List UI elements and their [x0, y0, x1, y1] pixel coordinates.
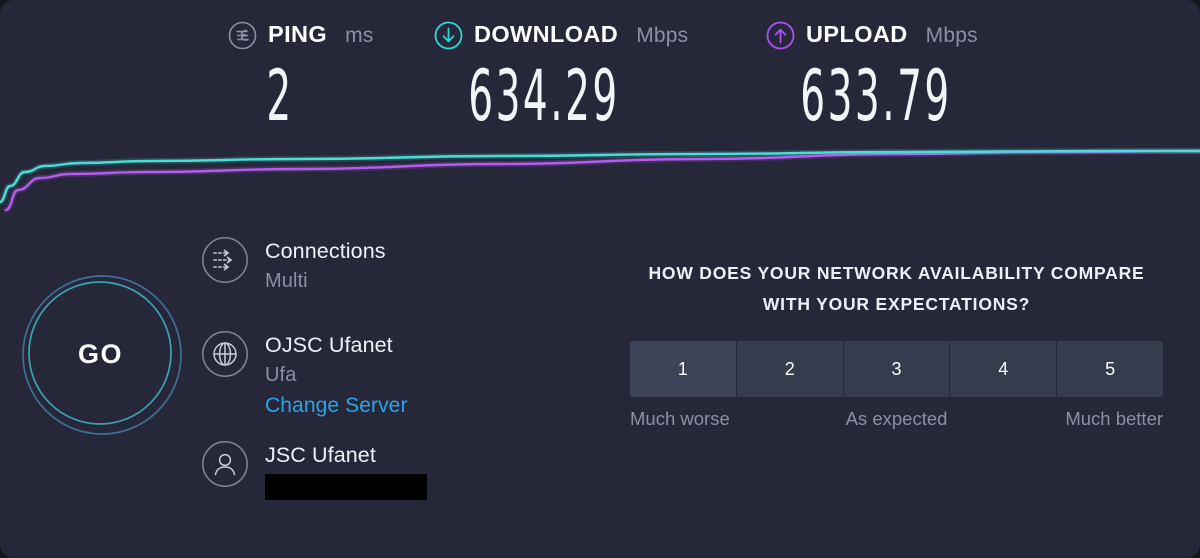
metric-download-name: DOWNLOAD — [474, 21, 619, 48]
metric-download-value: 634.29 — [468, 55, 620, 137]
survey-label-much-worse: Much worse — [630, 408, 730, 429]
go-button-label: GO — [77, 339, 123, 369]
globe-icon — [201, 330, 249, 378]
metric-download-header: DOWNLOAD Mbps — [434, 18, 729, 52]
download-arrow-icon — [434, 21, 463, 50]
metric-download: DOWNLOAD Mbps 634.29 — [434, 18, 729, 131]
metric-upload-header: UPLOAD Mbps — [766, 18, 1061, 52]
survey-question: HOW DOES YOUR NETWORK AVAILABILITY COMPA… — [648, 263, 1145, 314]
metric-ping-unit: ms — [345, 23, 374, 47]
info-row-connections[interactable]: Connections Multi — [201, 236, 501, 296]
info-server-body: OJSC Ufanet Ufa Change Server — [265, 330, 501, 422]
metric-ping-value: 2 — [266, 55, 294, 137]
survey-rating-5[interactable]: 5 — [1057, 341, 1163, 397]
metric-download-unit: Mbps — [636, 23, 689, 47]
metric-ping-header: PING ms — [228, 18, 373, 52]
metric-ping-name: PING — [268, 21, 328, 48]
upload-arrow-icon — [766, 21, 795, 50]
person-icon — [201, 440, 249, 488]
survey-rating-1[interactable]: 1 — [630, 341, 737, 397]
ping-icon — [228, 21, 257, 50]
metric-upload-value: 633.79 — [800, 55, 952, 137]
survey-label-much-better: Much better — [1065, 408, 1164, 429]
metric-ping: PING ms 2 — [228, 18, 373, 131]
info-server-city: Ufa — [265, 364, 297, 386]
throughput-graph — [0, 140, 1200, 220]
survey-rating-3[interactable]: 3 — [843, 341, 951, 397]
info-connections-title: Connections — [265, 239, 386, 263]
info-user-body: JSC Ufanet — [265, 440, 501, 500]
info-server-name: OJSC Ufanet — [265, 333, 393, 357]
survey-rating-2[interactable]: 2 — [736, 341, 844, 397]
survey-rating-4[interactable]: 4 — [950, 341, 1058, 397]
throughput-graph-svg — [0, 148, 1200, 213]
network-availability-survey: HOW DOES YOUR NETWORK AVAILABILITY COMPA… — [630, 258, 1163, 430]
metric-upload: UPLOAD Mbps 633.79 — [766, 18, 1061, 131]
info-user-isp: JSC Ufanet — [265, 443, 376, 467]
survey-label-as-expected: As expected — [845, 408, 948, 429]
metric-upload-unit: Mbps — [925, 23, 978, 47]
info-connections-body: Connections Multi — [265, 236, 501, 296]
info-row-user[interactable]: JSC Ufanet — [201, 440, 501, 500]
connection-info: Connections Multi OJSC Ufanet Ufa Change… — [201, 236, 501, 500]
metrics-row: PING ms 2 DOWNLOAD Mbps 634.29 UPLOAD Mb… — [0, 18, 1200, 148]
redacted-ip-address — [265, 474, 427, 500]
survey-scale-labels: Much worse As expected Much better — [630, 408, 1163, 430]
speedtest-result-panel: PING ms 2 DOWNLOAD Mbps 634.29 UPLOAD Mb… — [0, 0, 1200, 558]
metric-upload-name: UPLOAD — [806, 21, 908, 48]
connections-arrows-icon — [201, 236, 249, 284]
info-row-server[interactable]: OJSC Ufanet Ufa Change Server — [201, 330, 501, 422]
go-button[interactable]: GO — [18, 272, 183, 437]
change-server-link[interactable]: Change Server — [265, 390, 501, 422]
info-connections-value: Multi — [265, 270, 308, 292]
survey-rating-group[interactable]: 12345 — [630, 341, 1163, 397]
